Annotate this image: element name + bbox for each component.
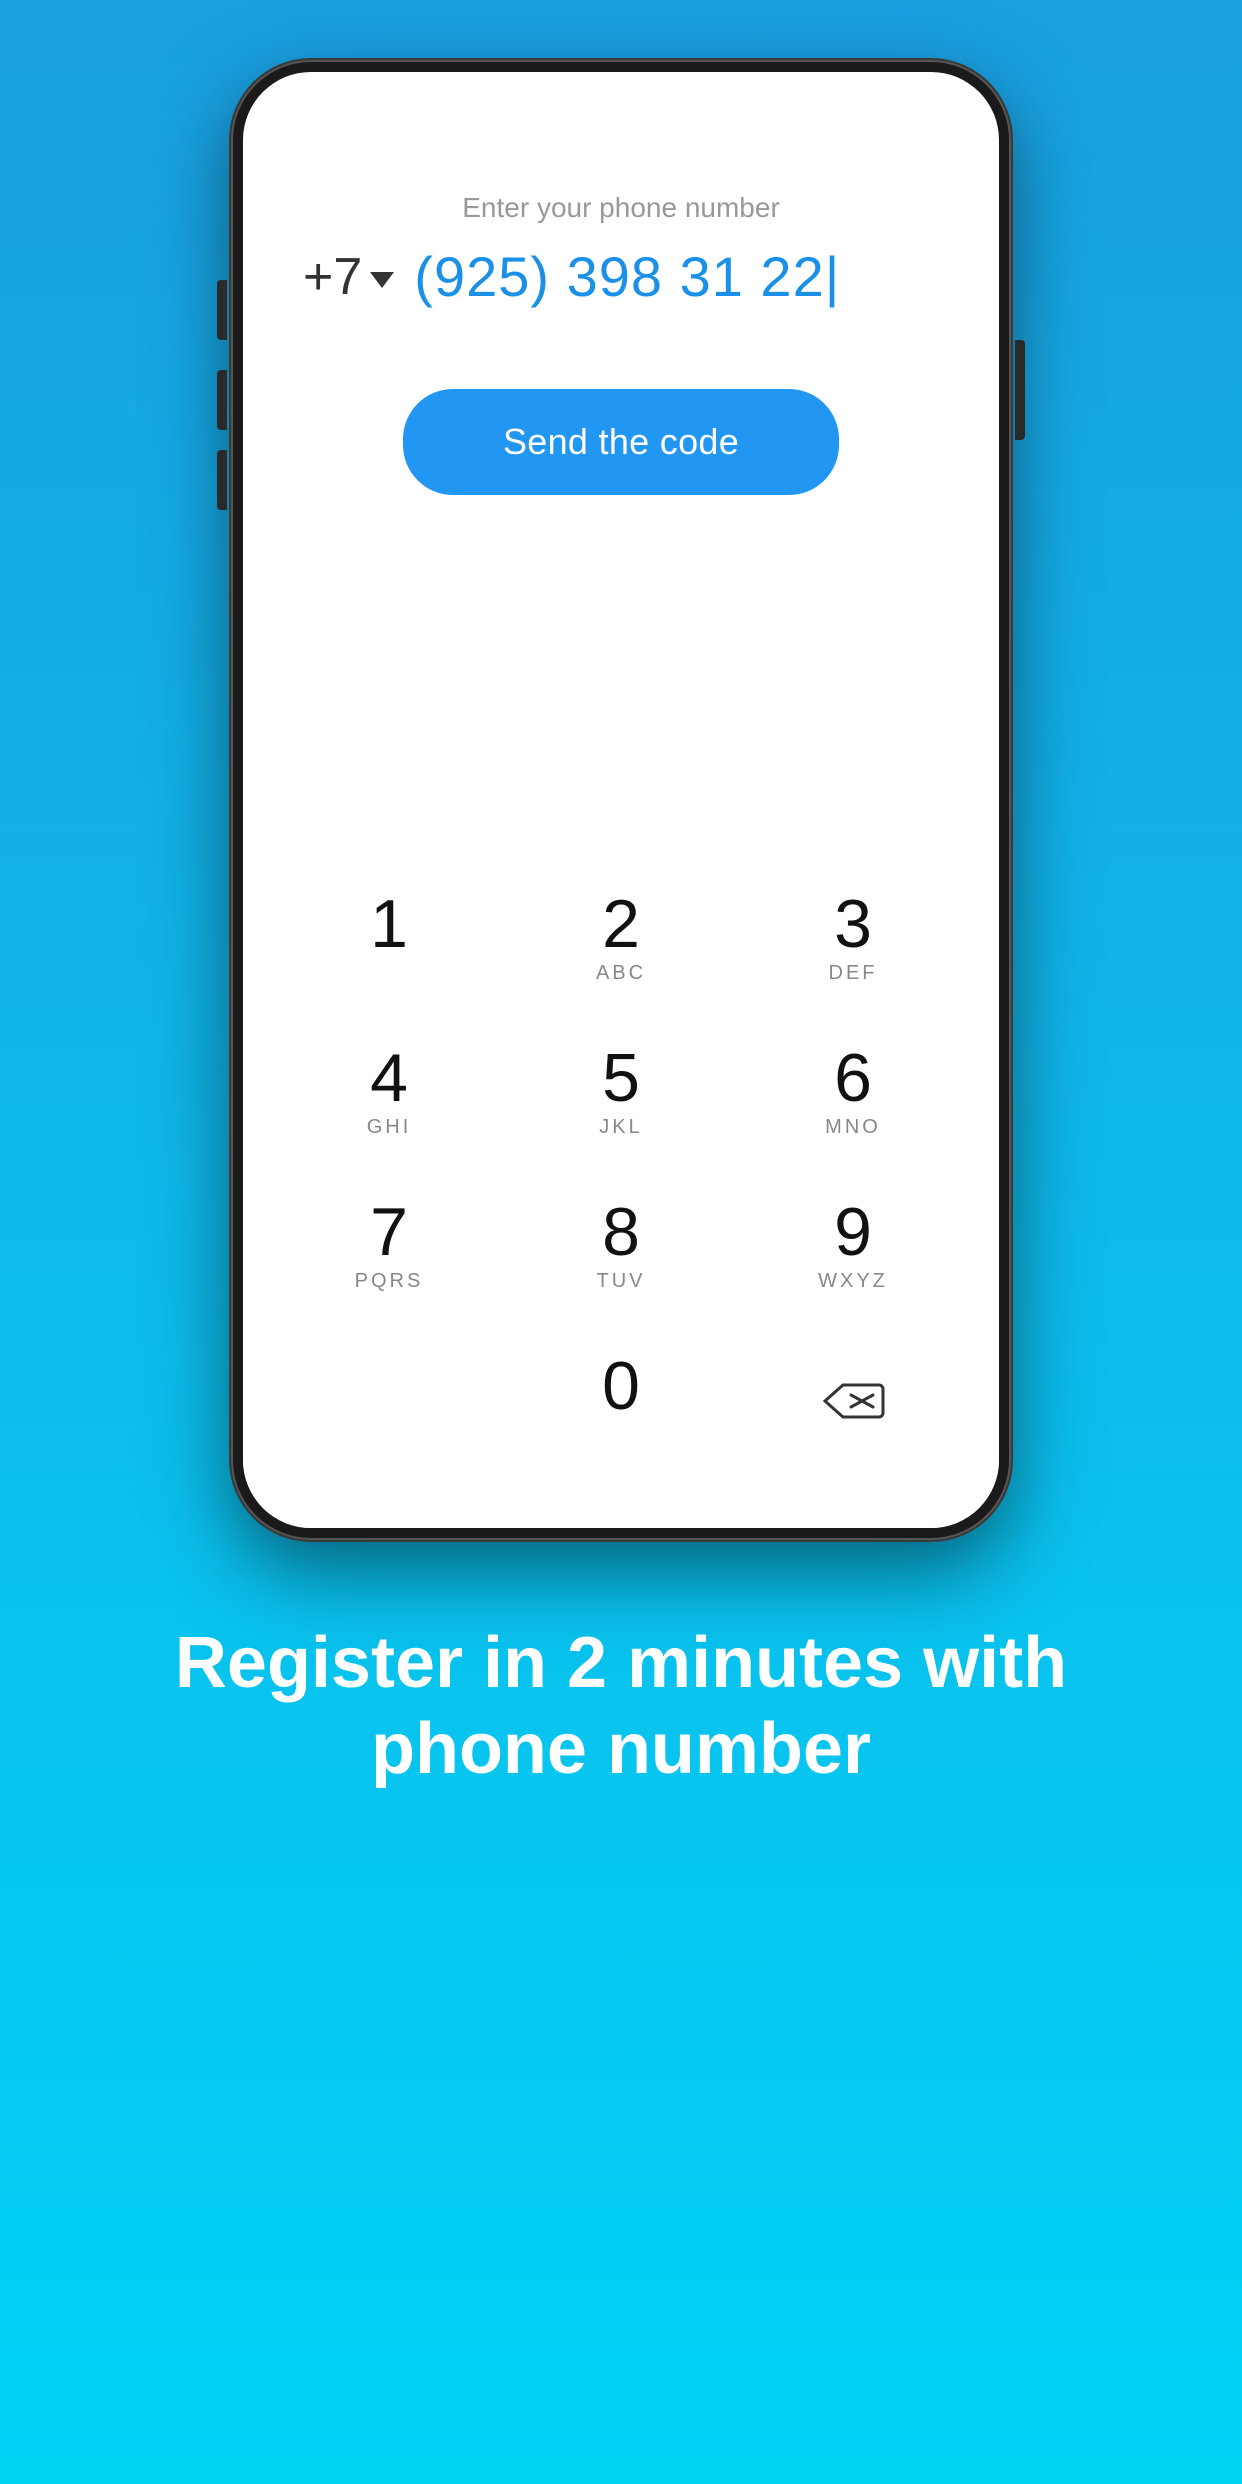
numpad-key-7[interactable]: 7 PQRS <box>273 1170 505 1324</box>
key-main-3: 3 <box>834 890 872 958</box>
phone-number-input[interactable]: (925) 398 31 22| <box>414 244 840 309</box>
key-sub-3: DEF <box>829 962 878 988</box>
phone-screen: Enter your phone number +7 (925) 398 31 … <box>243 72 999 1528</box>
key-sub-8: TUV <box>597 1270 646 1296</box>
send-button-area: Send the code <box>243 339 999 525</box>
key-sub-5: JKL <box>599 1116 642 1142</box>
register-line1: Register in 2 minutes with phone number <box>175 1620 1067 1793</box>
spacer <box>243 525 999 842</box>
numpad-key-0[interactable]: 0 <box>505 1324 737 1478</box>
key-main-4: 4 <box>370 1044 408 1112</box>
numpad-key-8[interactable]: 8 TUV <box>505 1170 737 1324</box>
key-sub-4: GHI <box>367 1116 412 1142</box>
backspace-icon <box>821 1377 885 1425</box>
key-main-8: 8 <box>602 1198 640 1266</box>
key-main-0: 0 <box>602 1352 640 1420</box>
phone-input-area: Enter your phone number +7 (925) 398 31 … <box>243 152 999 339</box>
numpad-key-1[interactable]: 1 <box>273 862 505 1016</box>
country-code-selector[interactable]: +7 <box>303 247 394 307</box>
phone-input-row: +7 (925) 398 31 22| <box>303 244 939 309</box>
numpad-key-5[interactable]: 5 JKL <box>505 1016 737 1170</box>
numpad-key-4[interactable]: 4 GHI <box>273 1016 505 1170</box>
numpad: 1 2 ABC 3 DEF <box>243 842 999 1528</box>
key-main-6: 6 <box>834 1044 872 1112</box>
key-sub-6: MNO <box>825 1116 881 1142</box>
key-main-1: 1 <box>370 890 408 958</box>
dropdown-arrow-icon <box>370 272 394 288</box>
phone-input-label: Enter your phone number <box>303 192 939 224</box>
bottom-text-area: Register in 2 minutes with phone number <box>75 1540 1167 1913</box>
numpad-key-backspace[interactable] <box>737 1324 969 1478</box>
numpad-key-2[interactable]: 2 ABC <box>505 862 737 1016</box>
numpad-key-9[interactable]: 9 WXYZ <box>737 1170 969 1324</box>
key-sub-9: WXYZ <box>818 1270 888 1296</box>
key-main-9: 9 <box>834 1198 872 1266</box>
numpad-grid: 1 2 ABC 3 DEF <box>273 862 969 1478</box>
numpad-key-empty <box>273 1324 505 1478</box>
key-main-2: 2 <box>602 890 640 958</box>
key-main-5: 5 <box>602 1044 640 1112</box>
send-code-button[interactable]: Send the code <box>403 389 839 495</box>
numpad-key-6[interactable]: 6 MNO <box>737 1016 969 1170</box>
country-code-value: +7 <box>303 247 362 307</box>
phone-body: Enter your phone number +7 (925) 398 31 … <box>231 60 1011 1540</box>
key-main-7: 7 <box>370 1198 408 1266</box>
key-sub-2: ABC <box>596 962 646 988</box>
screen-content: Enter your phone number +7 (925) 398 31 … <box>243 72 999 1528</box>
key-sub-7: PQRS <box>355 1270 424 1296</box>
phone-device: Enter your phone number +7 (925) 398 31 … <box>231 60 1011 1540</box>
numpad-key-3[interactable]: 3 DEF <box>737 862 969 1016</box>
